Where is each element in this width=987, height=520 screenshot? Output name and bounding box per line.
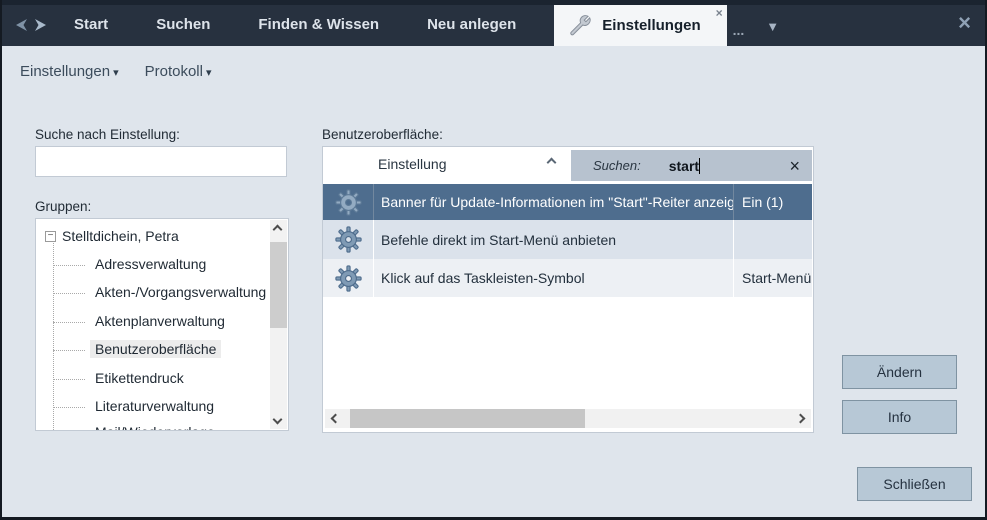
tab-neu-anlegen[interactable]: Neu anlegen <box>403 6 540 44</box>
scroll-left-icon[interactable] <box>331 414 341 424</box>
table-row-banner-update[interactable]: Banner für Update-Informationen im "Star… <box>323 184 812 220</box>
scroll-right-icon[interactable] <box>796 414 806 424</box>
tab-einstellungen-active[interactable]: Einstellungen × <box>554 5 726 46</box>
back-arrow-icon[interactable] <box>12 16 30 34</box>
schliessen-button[interactable]: Schließen <box>857 467 972 501</box>
search-setting-label: Suche nach Einstellung: <box>35 127 180 142</box>
active-tab-label: Einstellungen <box>602 17 700 34</box>
menu-protokoll-label: Protokoll <box>145 63 203 80</box>
tree-item-aktenplanverwaltung[interactable]: Aktenplanverwaltung <box>90 312 230 330</box>
menu-einstellungen-label: Einstellungen <box>20 63 110 80</box>
table-horizontal-scrollbar[interactable] <box>325 409 811 428</box>
collapse-icon[interactable]: − <box>45 231 56 242</box>
column-header-einstellung[interactable]: Einstellung <box>378 156 447 172</box>
tree-scrollbar[interactable] <box>270 220 287 429</box>
groups-tree: − Stelltdichein, Petra Adressverwaltung … <box>35 218 289 431</box>
chevron-down-icon: ▾ <box>206 66 212 79</box>
table-search-value[interactable]: start <box>669 158 700 174</box>
table-search-box[interactable]: Suchen: start × <box>571 150 812 181</box>
row-value <box>733 220 812 259</box>
menu-bar: Einstellungen ▾ Protokoll ▾ <box>2 46 985 96</box>
tab-start[interactable]: Start <box>50 6 132 44</box>
aendern-button[interactable]: Ändern <box>842 355 957 389</box>
app-window: Start Suchen Finden & Wissen Neu anlegen… <box>0 0 987 520</box>
row-label: Befehle direkt im Start-Menü anbieten <box>374 232 733 248</box>
table-row-taskleisten-symbol[interactable]: Klick auf das Taskleisten-Symbol Start-M… <box>323 259 812 297</box>
tree-guide-line <box>53 243 54 430</box>
menu-protokoll[interactable]: Protokoll ▾ <box>145 63 212 80</box>
menu-einstellungen[interactable]: Einstellungen ▾ <box>20 63 119 80</box>
settings-table: Einstellung Suchen: start × <box>322 146 814 433</box>
settings-panel-label: Benutzeroberfläche: <box>322 127 443 142</box>
row-label: Banner für Update-Informationen im "Star… <box>374 194 733 210</box>
tab-suchen[interactable]: Suchen <box>132 6 234 44</box>
groups-label: Gruppen: <box>35 199 91 214</box>
wrench-icon <box>568 14 592 38</box>
tab-close-icon[interactable]: × <box>716 6 723 20</box>
forward-arrow-icon[interactable] <box>32 16 50 34</box>
nav-arrows <box>12 16 50 34</box>
row-label: Klick auf das Taskleisten-Symbol <box>374 270 733 286</box>
sort-ascending-icon[interactable] <box>547 158 557 168</box>
gear-icon <box>323 184 374 220</box>
tree-scrollbar-thumb[interactable] <box>270 242 287 328</box>
tab-finden-wissen[interactable]: Finden & Wissen <box>234 6 403 44</box>
tree-root-label: Stelltdichein, Petra <box>62 228 179 244</box>
search-setting-input[interactable] <box>35 146 287 177</box>
tab-overflow-ellipsis[interactable]: ... <box>733 22 745 38</box>
gear-icon <box>323 220 374 259</box>
row-value: Ein (1) <box>733 184 812 220</box>
table-scrollbar-thumb[interactable] <box>350 409 585 428</box>
tab-dropdown-icon[interactable]: ▼ <box>766 19 779 34</box>
tree-item-etikettendruck[interactable]: Etikettendruck <box>90 369 189 387</box>
text-cursor <box>699 158 700 174</box>
tree-item-mail-wiedervorlage[interactable]: Mail/Wiedervorlage <box>90 423 220 431</box>
tree-item-benutzeroberflaeche[interactable]: Benutzeroberfläche <box>90 340 221 358</box>
tree-root-stelltdichein[interactable]: − Stelltdichein, Petra <box>45 228 179 244</box>
chevron-down-icon: ▾ <box>113 66 119 79</box>
info-button[interactable]: Info <box>842 400 957 434</box>
tree-item-adressverwaltung[interactable]: Adressverwaltung <box>90 255 211 273</box>
gear-icon <box>323 259 374 297</box>
table-row-befehle-startmenu[interactable]: Befehle direkt im Start-Menü anbieten <box>323 220 812 259</box>
window-close-icon[interactable]: × <box>958 13 971 33</box>
table-search-label: Suchen: <box>593 158 641 173</box>
tree-item-literaturverwaltung[interactable]: Literaturverwaltung <box>90 397 219 415</box>
tree-item-akten-vorgangsverwaltung[interactable]: Akten-/Vorgangsverwaltung <box>90 283 271 301</box>
scroll-up-icon[interactable] <box>273 225 283 235</box>
scroll-down-icon[interactable] <box>273 415 283 425</box>
search-clear-icon[interactable]: × <box>789 158 800 174</box>
top-tab-bar: Start Suchen Finden & Wissen Neu anlegen… <box>2 0 985 46</box>
row-value: Start-Menü <box>733 259 812 297</box>
